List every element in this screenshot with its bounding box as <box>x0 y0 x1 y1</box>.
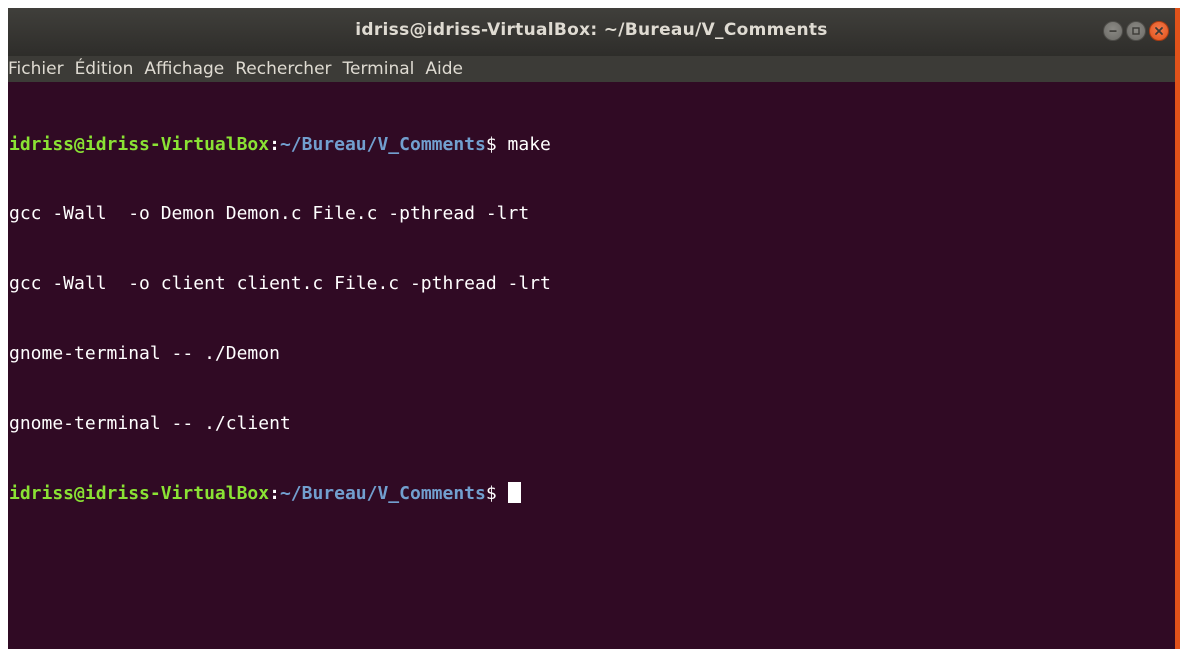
menu-aide[interactable]: Aide <box>425 59 468 79</box>
window-title: idriss@idriss-VirtualBox: ~/Bureau/V_Com… <box>355 20 828 40</box>
command-line: idriss@idriss-VirtualBox:~/Bureau/V_Comm… <box>9 133 1175 156</box>
prompt-separator: : <box>269 483 280 505</box>
menu-bar: Fichier Édition Affichage Rechercher Ter… <box>8 56 1175 82</box>
output-line: gnome-terminal -- ./Demon <box>9 343 280 365</box>
prompt-path: ~/Bureau/V_Comments <box>279 483 486 505</box>
terminal-output[interactable]: idriss@idriss-VirtualBox:~/Bureau/V_Comm… <box>8 86 1175 649</box>
prompt-user: idriss@idriss-VirtualBox <box>9 133 270 155</box>
output-line: gcc -Wall -o Demon Demon.c File.c -pthre… <box>9 203 530 225</box>
output-line: gnome-terminal -- ./client <box>9 413 291 435</box>
menu-affichage[interactable]: Affichage <box>144 59 229 79</box>
prompt-symbol: $ <box>485 133 508 155</box>
terminal-window: idriss@idriss-VirtualBox: ~/Bureau/V_Com… <box>8 8 1180 649</box>
prompt-symbol: $ <box>485 483 508 505</box>
menu-terminal[interactable]: Terminal <box>343 59 420 79</box>
menu-edition[interactable]: Édition <box>75 59 139 79</box>
window-controls <box>1103 21 1169 41</box>
prompt-path: ~/Bureau/V_Comments <box>279 133 486 155</box>
active-prompt-line[interactable]: idriss@idriss-VirtualBox:~/Bureau/V_Comm… <box>9 482 1175 505</box>
prompt-separator: : <box>269 133 280 155</box>
close-icon[interactable] <box>1149 21 1169 41</box>
menu-rechercher[interactable]: Rechercher <box>235 59 336 79</box>
menu-fichier[interactable]: Fichier <box>8 59 69 79</box>
output-line: gcc -Wall -o client client.c File.c -pth… <box>9 273 551 295</box>
title-bar[interactable]: idriss@idriss-VirtualBox: ~/Bureau/V_Com… <box>8 8 1175 56</box>
prompt-user: idriss@idriss-VirtualBox <box>9 483 270 505</box>
text-cursor <box>507 482 521 504</box>
maximize-icon[interactable] <box>1126 21 1146 41</box>
minimize-icon[interactable] <box>1103 21 1123 41</box>
command-text: make <box>507 133 551 155</box>
